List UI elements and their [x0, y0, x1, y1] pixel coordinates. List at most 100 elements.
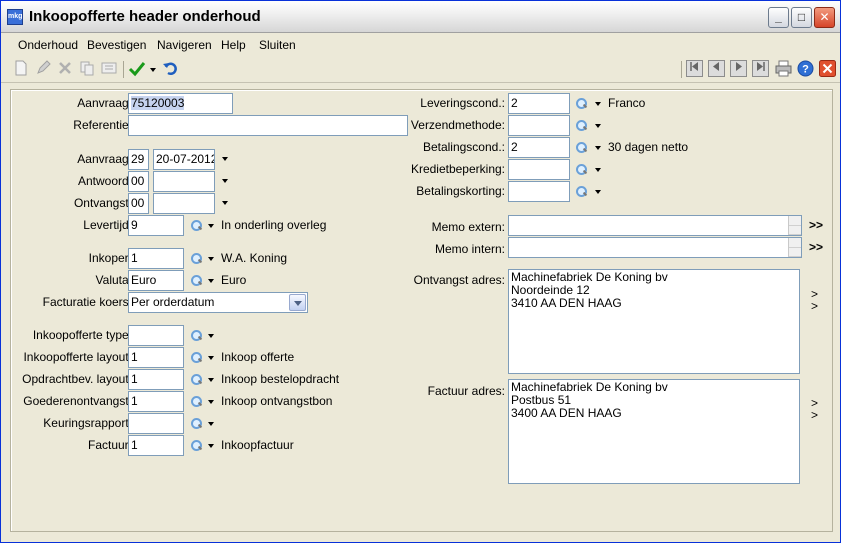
valuta-search-icon[interactable]	[190, 274, 202, 286]
levertijd-dropdown-icon[interactable]	[208, 224, 214, 228]
aanvraag-label: Aanvraag:	[77, 96, 132, 110]
minimize-button[interactable]: _	[768, 7, 789, 28]
factuur-dropdown-icon[interactable]	[208, 444, 214, 448]
previous-icon[interactable]	[708, 60, 725, 77]
delete-icon[interactable]	[56, 60, 74, 78]
verzendmethode-search-icon[interactable]	[575, 119, 587, 131]
kredietbeperking-dropdown-icon[interactable]	[595, 168, 601, 172]
betalingskorting-field[interactable]	[508, 181, 570, 202]
confirm-icon[interactable]	[128, 60, 146, 78]
leveringscond-dropdown-icon[interactable]	[595, 102, 601, 106]
close-icon[interactable]	[818, 60, 836, 78]
levertijd-label: Levertijd:	[83, 218, 132, 232]
facturatie-koers-select[interactable]: Per orderdatum	[128, 292, 308, 313]
memo-extern-scrollbar[interactable]	[788, 216, 801, 235]
keuring-field[interactable]	[128, 413, 184, 434]
verzendmethode-field[interactable]	[508, 115, 570, 136]
inkoper-dropdown-icon[interactable]	[208, 257, 214, 261]
numbering-icon[interactable]	[100, 60, 118, 78]
type-dropdown-icon[interactable]	[208, 334, 214, 338]
aanvraag-date-label: Aanvraag:	[77, 152, 132, 166]
layout-dropdown-icon[interactable]	[208, 356, 214, 360]
copy-icon[interactable]	[78, 60, 96, 78]
betalingscond-field[interactable]: 2	[508, 137, 570, 158]
menu-onderhoud[interactable]: Onderhoud	[18, 38, 78, 52]
maximize-button[interactable]: □	[791, 7, 812, 28]
ontvangst-week-field[interactable]: 00	[128, 193, 149, 214]
menu-bevestigen[interactable]: Bevestigen	[87, 38, 146, 52]
betalingscond-search-icon[interactable]	[575, 141, 587, 153]
menu-bar: Onderhoud Bevestigen Navigeren Help Slui…	[1, 34, 840, 56]
levertijd-search-icon[interactable]	[190, 219, 202, 231]
aanvraag-week-field[interactable]: 29	[128, 149, 149, 170]
ontvangst-adres-field[interactable]: Machinefabriek De Koning bv Noordeinde 1…	[508, 269, 800, 374]
opdracht-dropdown-icon[interactable]	[208, 378, 214, 382]
memo-intern-field[interactable]	[508, 237, 802, 258]
confirm-dropdown-icon[interactable]	[150, 68, 156, 72]
type-field[interactable]	[128, 325, 184, 346]
facturatie-koers-dropdown-button[interactable]	[289, 294, 306, 311]
verzendmethode-dropdown-icon[interactable]	[595, 124, 601, 128]
ontvangst-date-dropdown-icon[interactable]	[222, 201, 228, 205]
opdracht-field[interactable]: 1	[128, 369, 184, 390]
memo-extern-expand-button[interactable]: >>	[809, 218, 823, 232]
aanvraag-date-field[interactable]: 20-07-2012	[153, 149, 215, 170]
menu-sluiten[interactable]: Sluiten	[259, 38, 296, 52]
memo-extern-field[interactable]	[508, 215, 802, 236]
valuta-label: Valuta:	[95, 273, 132, 287]
opdracht-description: Inkoop bestelopdracht	[221, 372, 340, 386]
opdracht-search-icon[interactable]	[190, 373, 202, 385]
ontvangst-adres-chevron-2[interactable]: >	[811, 299, 818, 313]
title-bar[interactable]: mkg Inkoopofferte header onderhoud _ □ ✕	[1, 1, 840, 33]
factuur-adres-field[interactable]: Machinefabriek De Koning bv Postbus 51 3…	[508, 379, 800, 484]
undo-icon[interactable]	[161, 60, 179, 78]
toolbar: ?	[1, 56, 840, 83]
edit-icon[interactable]	[34, 60, 52, 78]
leveringscond-field[interactable]: 2	[508, 93, 570, 114]
layout-field[interactable]: 1	[128, 347, 184, 368]
factuur-description: Inkoopfactuur	[221, 438, 294, 452]
keuring-search-icon[interactable]	[190, 417, 202, 429]
levertijd-field[interactable]: 9	[128, 215, 184, 236]
print-icon[interactable]	[774, 60, 792, 78]
antwoord-label: Antwoord:	[77, 174, 132, 188]
kredietbeperking-search-icon[interactable]	[575, 163, 587, 175]
inkoper-search-icon[interactable]	[190, 252, 202, 264]
first-icon[interactable]	[686, 60, 703, 77]
last-icon[interactable]	[752, 60, 769, 77]
goederen-dropdown-icon[interactable]	[208, 400, 214, 404]
valuta-field[interactable]: Euro	[128, 270, 184, 291]
betalingskorting-dropdown-icon[interactable]	[595, 190, 601, 194]
inkoper-field[interactable]: 1	[128, 248, 184, 269]
memo-intern-expand-button[interactable]: >>	[809, 240, 823, 254]
factuur-field[interactable]: 1	[128, 435, 184, 456]
layout-search-icon[interactable]	[190, 351, 202, 363]
factuur-search-icon[interactable]	[190, 439, 202, 451]
next-icon[interactable]	[730, 60, 747, 77]
valuta-dropdown-icon[interactable]	[208, 279, 214, 283]
keuring-dropdown-icon[interactable]	[208, 422, 214, 426]
factuur-adres-chevron-2[interactable]: >	[811, 408, 818, 422]
aanvraag-number-field[interactable]: 75120003	[128, 93, 233, 114]
aanvraag-date-dropdown-icon[interactable]	[222, 157, 228, 161]
new-icon[interactable]	[12, 60, 30, 78]
type-search-icon[interactable]	[190, 329, 202, 341]
goederen-search-icon[interactable]	[190, 395, 202, 407]
referentie-field[interactable]	[128, 115, 408, 136]
antwoord-week-field[interactable]: 00	[128, 171, 149, 192]
memo-intern-scrollbar[interactable]	[788, 238, 801, 257]
kredietbeperking-label: Kredietbeperking:	[410, 162, 505, 176]
leveringscond-search-icon[interactable]	[575, 97, 587, 109]
antwoord-date-field[interactable]	[153, 171, 215, 192]
betalingscond-dropdown-icon[interactable]	[595, 146, 601, 150]
betalingskorting-search-icon[interactable]	[575, 185, 587, 197]
goederen-field[interactable]: 1	[128, 391, 184, 412]
menu-navigeren[interactable]: Navigeren	[157, 38, 212, 52]
ontvangst-date-field[interactable]	[153, 193, 215, 214]
layout-label: Inkoopofferte layout:	[23, 350, 132, 364]
menu-help[interactable]: Help	[221, 38, 246, 52]
kredietbeperking-field[interactable]	[508, 159, 570, 180]
help-icon[interactable]: ?	[796, 60, 814, 78]
close-window-button[interactable]: ✕	[814, 7, 835, 28]
antwoord-date-dropdown-icon[interactable]	[222, 179, 228, 183]
